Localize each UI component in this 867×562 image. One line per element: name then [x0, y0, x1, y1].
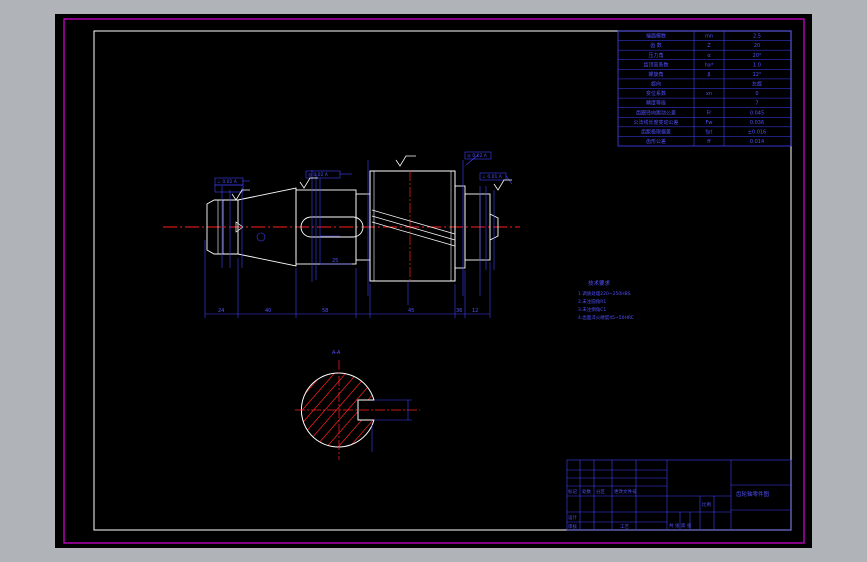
title-block-label: 审核	[568, 523, 577, 530]
gear-table-cell: 1.0	[753, 62, 761, 68]
gtol-text: ◎ 0.02 A	[308, 172, 329, 178]
title-block-label: 共 张 第 张	[669, 522, 692, 529]
gear-table-cell: 20°	[753, 53, 762, 59]
dim-text: 25	[332, 258, 338, 264]
title-block-label: 工艺	[620, 524, 629, 530]
gear-table-cell: 20	[754, 43, 760, 49]
gear-table-cell: 变位系数	[646, 90, 666, 97]
gear-table-cell: ff	[707, 139, 711, 145]
title-block-label: 处数	[582, 488, 591, 495]
dim-text: 36	[456, 308, 462, 314]
tech-note-line: 2.未注圆角R1	[578, 298, 606, 305]
gear-table-cell: ha*	[705, 62, 714, 68]
dim-text: 24	[218, 308, 224, 314]
gear-table-cell: β	[707, 72, 710, 78]
gear-table-cell: 0	[755, 91, 758, 97]
dim-text: 45	[408, 308, 414, 314]
gear-table-cell: 齿圈径向跳动公差	[636, 109, 676, 116]
title-block-label: 更改文件号	[614, 488, 637, 495]
tech-note-line: 1.调质处理220~250HBS	[578, 290, 631, 297]
gear-table-cell: Fw	[706, 120, 713, 126]
gear-table-cell: mn	[705, 34, 713, 40]
gear-table-cell: 2.5	[753, 34, 761, 40]
title-block-label: 标记	[568, 488, 577, 495]
tech-notes-title: 技术要求	[588, 279, 611, 287]
section-label: A-A	[332, 350, 341, 356]
gear-table-cell: 0.014	[750, 139, 764, 145]
gear-table-cell: 精度等级	[646, 100, 666, 107]
cad-viewport[interactable]: 端面模数 mn 2.5 齿 数 Z 20 压力角 α 20° 齿顶高系数 ha* 1.0 螺旋角 β 12°…	[0, 0, 867, 562]
dim-text: 12	[472, 308, 478, 314]
tech-note-line: 3.未注倒角C1	[578, 306, 606, 313]
title-block-label: 比例	[702, 501, 711, 508]
gear-table-cell: 齿顶高系数	[643, 61, 668, 68]
gear-table-cell: 0.036	[750, 120, 764, 126]
gear-table-cell: 7	[755, 101, 758, 107]
gear-table-cell: 公法线长度变动公差	[633, 119, 678, 126]
gear-table-cell: 齿形公差	[646, 138, 666, 145]
gtol-text: ⊥ 0.01 A	[482, 174, 503, 180]
gear-table-cell: xn	[706, 91, 712, 97]
gear-table-cell: 齿 数	[650, 42, 662, 49]
gear-table-cell: 12°	[753, 72, 762, 78]
gtol-text: ⊥ 0.02 A	[217, 179, 238, 185]
gear-table-cell: 左旋	[752, 81, 762, 88]
drawing-name: 齿轮轴零件图	[736, 490, 770, 498]
drawing-sheet: 端面模数 mn 2.5齿 数 Z 20压力角 α 20°齿顶高系数 ha* 1.0螺旋角 β 12°…	[0, 0, 867, 562]
tech-note-line: 4.齿面淬火硬度45~50HRC	[578, 314, 634, 321]
gear-table-cell: 端面模数	[646, 33, 666, 40]
gtol-text: ◎ 0.02 A	[467, 153, 488, 159]
gear-table-cell: Z	[707, 43, 711, 49]
gear-table-cell: fpt	[706, 129, 713, 135]
gear-table-cell: 旋向	[651, 81, 661, 88]
dim-text: 40	[265, 308, 271, 314]
dim-text: 58	[322, 308, 328, 314]
gear-table-cell: ±0.016	[748, 129, 767, 135]
gear-table-cell: 压力角	[648, 52, 663, 59]
title-block-label: 分区	[596, 488, 605, 495]
gear-table-cell: 0.045	[750, 110, 764, 116]
title-block-label: 设计	[568, 514, 577, 521]
gear-table-cell: 螺旋角	[648, 71, 663, 78]
gear-table-cell: 齿距极限偏差	[641, 128, 671, 135]
